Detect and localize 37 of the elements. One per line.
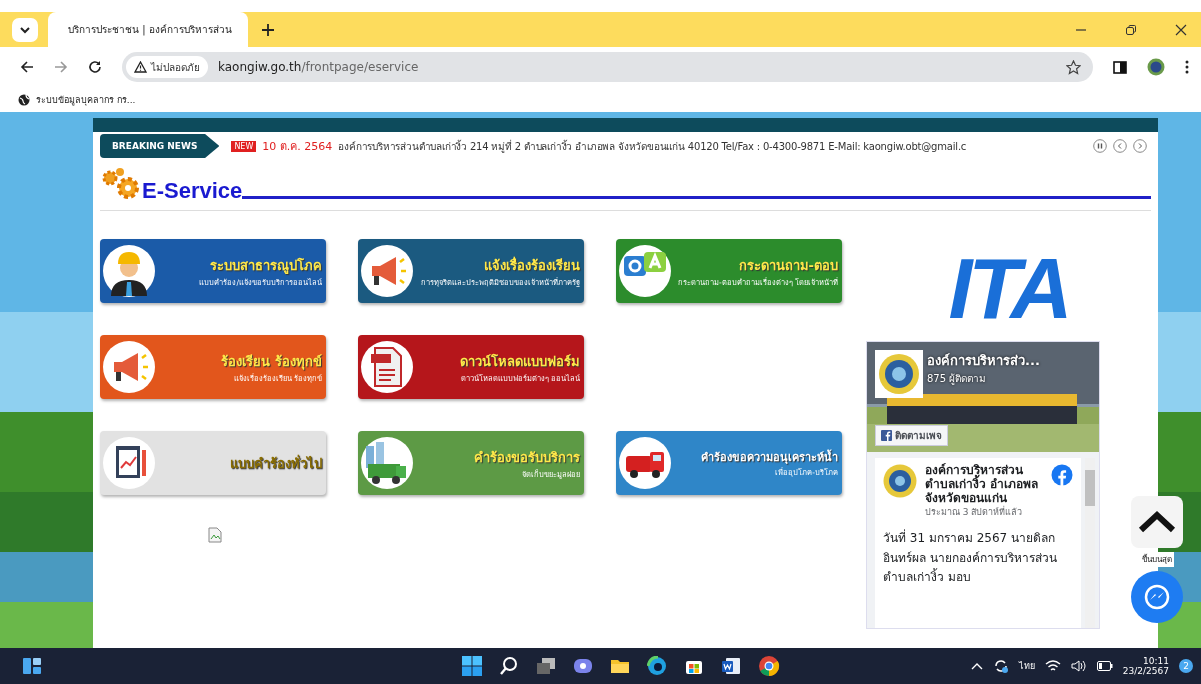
task-view-icon[interactable]: [536, 656, 557, 676]
menu-icon[interactable]: [1185, 60, 1189, 74]
language-indicator[interactable]: ไทย: [1018, 659, 1035, 673]
bookmark[interactable]: ระบบข้อมูลบุคลากร กร...: [18, 92, 136, 107]
new-tab-icon[interactable]: [262, 23, 274, 36]
sync-icon[interactable]: [992, 658, 1009, 674]
profile-icon[interactable]: [1147, 58, 1165, 76]
restore-icon[interactable]: [1125, 23, 1137, 36]
chevron-down-icon: [19, 25, 31, 34]
address-bar[interactable]: ไม่ปลอดภัย kaongiw.go.th/frontpage/eservice: [122, 52, 1093, 82]
tab-title: บริการประชาชน | องค์การบริหารส่วน: [68, 23, 232, 37]
browser-tab[interactable]: บริการประชาชน | องค์การบริหารส่วน: [48, 12, 248, 47]
warning-icon: [134, 61, 147, 73]
chrome-icon[interactable]: [758, 655, 781, 677]
wifi-icon[interactable]: [1044, 659, 1061, 673]
chevron-up-icon[interactable]: [970, 662, 983, 670]
search-icon[interactable]: [499, 656, 520, 676]
widgets-icon[interactable]: [22, 657, 42, 675]
security-chip[interactable]: ไม่ปลอดภัย: [126, 56, 208, 78]
star-icon[interactable]: [1066, 59, 1081, 75]
back-arrow-icon[interactable]: [20, 60, 34, 74]
start-icon[interactable]: [462, 656, 483, 676]
speaker-icon[interactable]: [1070, 659, 1087, 673]
globe-icon: [18, 93, 30, 106]
clock-time[interactable]: 10:11: [1143, 656, 1169, 666]
chat-icon[interactable]: [573, 656, 594, 676]
url-text: kaongiw.go.th/frontpage/eservice: [218, 60, 419, 74]
edge-browser-icon[interactable]: [647, 656, 668, 676]
word-icon[interactable]: [721, 656, 742, 676]
clock-date[interactable]: 23/2/2567: [1122, 666, 1169, 676]
close-icon[interactable]: [1175, 23, 1187, 36]
tab-search-button[interactable]: [12, 17, 38, 42]
security-label: ไม่ปลอดภัย: [151, 60, 200, 75]
reload-icon[interactable]: [88, 60, 102, 74]
battery-icon[interactable]: [1096, 661, 1113, 671]
forward-arrow-icon[interactable]: [54, 60, 68, 74]
side-panel-icon[interactable]: [1113, 60, 1127, 74]
